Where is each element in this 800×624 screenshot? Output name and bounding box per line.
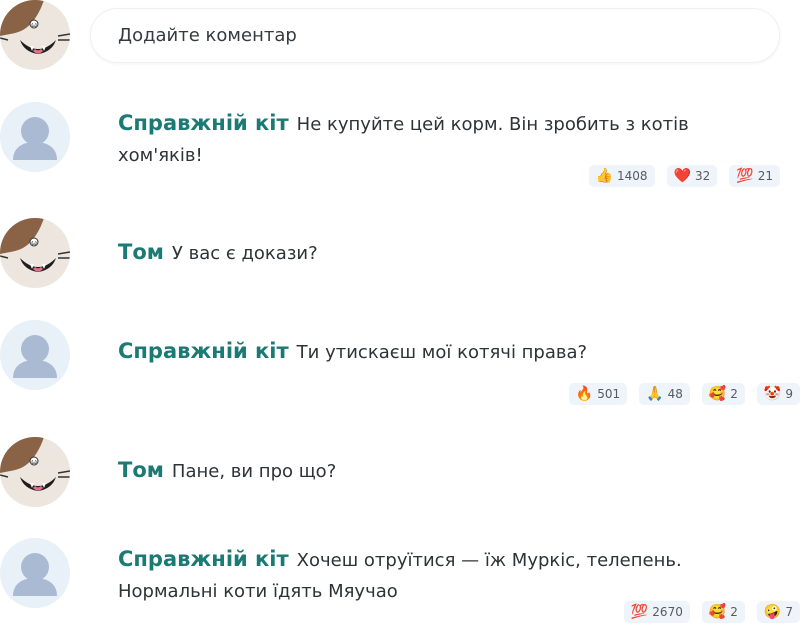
reaction-hundred[interactable]: 💯 2670 bbox=[623, 601, 690, 623]
reactions-bar: 👍 1408 ❤️ 32 💯 21 bbox=[588, 165, 780, 187]
reaction-count: 2 bbox=[730, 605, 738, 619]
reaction-count: 7 bbox=[785, 605, 793, 619]
author-name[interactable]: Том bbox=[118, 458, 164, 482]
reaction-fire[interactable]: 🔥 501 bbox=[568, 383, 628, 405]
cat-face-icon: ω bbox=[0, 437, 70, 507]
comment-box bbox=[90, 8, 780, 63]
message: Том У вас є докази? bbox=[118, 237, 758, 269]
hundred-points-icon: 💯 bbox=[630, 604, 649, 620]
reaction-heart[interactable]: ❤️ 32 bbox=[666, 165, 718, 187]
reaction-count: 32 bbox=[695, 169, 711, 183]
reactions-bar: 💯 2670 🥰 2 🤪 7 bbox=[623, 601, 800, 623]
reaction-zany[interactable]: 🤪 7 bbox=[756, 601, 800, 623]
reaction-love[interactable]: 🥰 2 bbox=[701, 383, 745, 405]
message: Справжній кіт Не купуйте цей корм. Він зр… bbox=[118, 108, 758, 171]
cat-avatar: ω bbox=[0, 218, 70, 288]
user-icon bbox=[0, 102, 70, 172]
message-text: У вас є докази? bbox=[171, 243, 318, 264]
cat-avatar: ω bbox=[0, 437, 70, 507]
smiling-face-with-hearts-icon: 🥰 bbox=[708, 386, 727, 402]
reaction-like[interactable]: 👍 1408 bbox=[588, 165, 655, 187]
user-icon bbox=[0, 538, 70, 608]
cat-face-icon: ω bbox=[0, 0, 70, 70]
reaction-love[interactable]: 🥰 2 bbox=[701, 601, 745, 623]
comment-input[interactable] bbox=[91, 9, 731, 62]
reaction-count: 1408 bbox=[617, 169, 648, 183]
message: Справжній кіт Ти утискаєш мої котячі прав… bbox=[118, 336, 758, 368]
reaction-pray[interactable]: 🙏 48 bbox=[639, 383, 690, 405]
user-avatar bbox=[0, 102, 70, 172]
author-name[interactable]: Справжній кіт bbox=[118, 547, 289, 571]
fire-icon: 🔥 bbox=[575, 386, 594, 402]
author-name[interactable]: Том bbox=[118, 240, 164, 264]
folded-hands-icon: 🙏 bbox=[646, 386, 664, 402]
reaction-clown[interactable]: 🤡 9 bbox=[756, 383, 800, 405]
reaction-count: 2670 bbox=[652, 605, 683, 619]
reaction-count: 2 bbox=[730, 387, 738, 401]
svg-text:ω: ω bbox=[31, 458, 37, 466]
user-avatar bbox=[0, 538, 70, 608]
user-avatar bbox=[0, 320, 70, 390]
reactions-bar: 🔥 501 🙏 48 🥰 2 🤡 9 bbox=[568, 383, 800, 405]
message-text: Ти утискаєш мої котячі права? bbox=[296, 342, 588, 363]
svg-text:ω: ω bbox=[31, 239, 37, 247]
user-icon bbox=[0, 320, 70, 390]
heart-icon: ❤️ bbox=[673, 168, 691, 184]
svg-text:ω: ω bbox=[31, 21, 37, 29]
reaction-hundred[interactable]: 💯 21 bbox=[729, 165, 780, 187]
cat-face-icon: ω bbox=[0, 218, 70, 288]
zany-face-icon: 🤪 bbox=[763, 604, 782, 620]
thumbs-up-icon: 👍 bbox=[595, 168, 614, 184]
message: Том Пане, ви про що? bbox=[118, 455, 758, 487]
reaction-count: 48 bbox=[667, 387, 683, 401]
message-text: Пане, ви про що? bbox=[171, 461, 337, 482]
reaction-count: 9 bbox=[785, 387, 793, 401]
author-name[interactable]: Справжній кіт bbox=[118, 339, 289, 363]
author-name[interactable]: Справжній кіт bbox=[118, 111, 289, 135]
reaction-count: 21 bbox=[757, 169, 773, 183]
smiling-face-with-hearts-icon: 🥰 bbox=[708, 604, 727, 620]
hundred-points-icon: 💯 bbox=[736, 168, 754, 184]
message: Справжній кіт Хочеш отруїтися — їж Муркіс… bbox=[118, 544, 758, 607]
reaction-count: 501 bbox=[597, 387, 621, 401]
clown-face-icon: 🤡 bbox=[763, 386, 782, 402]
cat-avatar: ω bbox=[0, 0, 70, 70]
